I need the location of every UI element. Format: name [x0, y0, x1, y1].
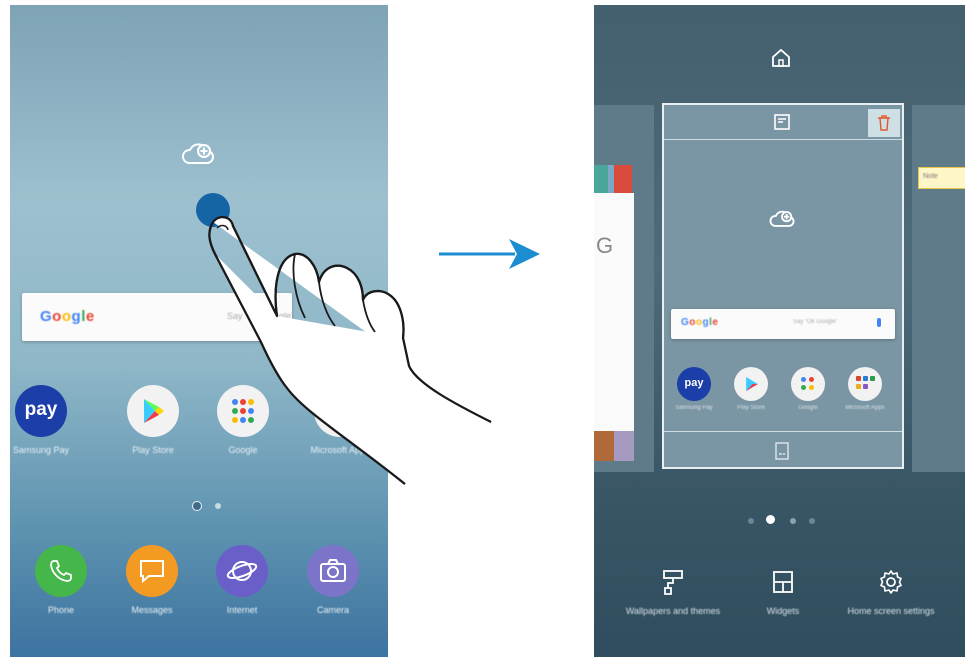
adjacent-page-right[interactable]: Note: [912, 105, 965, 472]
dock-camera[interactable]: Camera: [293, 545, 373, 615]
widgets-button[interactable]: Widgets: [733, 569, 833, 617]
app-samsung-pay[interactable]: pay Samsung Pay: [10, 385, 81, 455]
page-icon: [775, 442, 789, 460]
messages-icon: [126, 545, 178, 597]
home-screen-settings-button[interactable]: Home screen settings: [841, 569, 941, 617]
dock-phone[interactable]: Phone: [21, 545, 101, 615]
page-indicator-home[interactable]: [192, 501, 202, 511]
cloud-add-icon: [182, 143, 214, 164]
page-dot-left[interactable]: [748, 518, 754, 524]
page-dot-right[interactable]: [809, 518, 815, 524]
mini-app-play-store: Play Store: [725, 367, 777, 411]
cloud-add-icon-small: [769, 210, 795, 227]
delete-page-button[interactable]: [868, 109, 900, 137]
arrow-right-icon: [439, 239, 540, 269]
widgets-icon: [773, 571, 793, 593]
page-dot[interactable]: [790, 518, 796, 524]
internet-icon: [216, 545, 268, 597]
phone-icon: [35, 545, 87, 597]
samsung-pay-icon: pay: [15, 385, 67, 437]
page-indicator-home[interactable]: [766, 515, 775, 524]
mini-app-microsoft: Microsoft Apps: [839, 367, 891, 411]
dock-messages[interactable]: Messages: [112, 545, 192, 615]
page-bottom-bar: [664, 431, 902, 468]
app-play-store[interactable]: Play Store: [113, 385, 193, 455]
mini-app-google: Google: [782, 367, 834, 411]
note-widget: Note: [918, 167, 965, 189]
wallpapers-and-themes-button[interactable]: Wallpapers and themes: [623, 569, 723, 617]
gear-icon: [880, 570, 902, 594]
page-indicator-dot[interactable]: [215, 503, 221, 509]
home-icon[interactable]: [770, 47, 792, 69]
dock-internet[interactable]: Internet: [202, 545, 282, 615]
page-top-bar: [664, 105, 902, 140]
google-logo: Google: [40, 308, 95, 325]
camera-icon: [307, 545, 359, 597]
trash-icon: [878, 115, 890, 131]
google-search-bar-mini: Google Say “Ok Google”: [671, 309, 895, 339]
mic-icon: [877, 318, 881, 327]
play-store-icon: [127, 385, 179, 437]
current-page-card[interactable]: Google Say “Ok Google” pay Samsung Pay P…: [662, 103, 904, 469]
set-default-page-icon[interactable]: [773, 113, 791, 131]
mini-app-samsung-pay: pay Samsung Pay: [668, 367, 720, 411]
adjacent-page-left[interactable]: G: [594, 105, 654, 472]
paint-roller-icon: [663, 570, 683, 595]
home-edit-screen: G Note Google Say “Ok Google” pay Samsun…: [594, 5, 965, 657]
widget-preview: G: [594, 193, 634, 431]
